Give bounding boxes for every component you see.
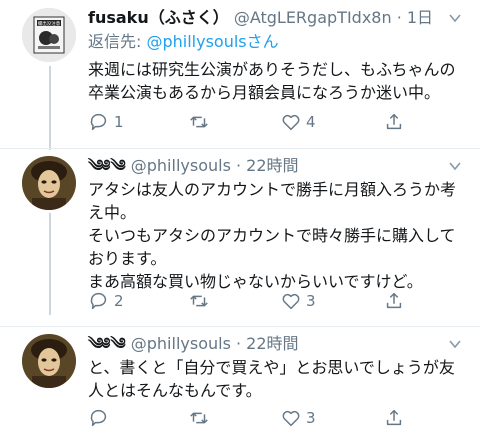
avatar-label: 撮出没注意 xyxy=(38,20,61,27)
share-button[interactable] xyxy=(383,289,405,313)
reply-icon xyxy=(90,113,107,131)
like-icon xyxy=(282,293,300,310)
avatar-image xyxy=(22,334,76,388)
tweet-text: アタシは友人のアカウントで勝手に月額入ろうか考 え中。 そいつもアタシのアカウン… xyxy=(88,180,457,291)
share-icon xyxy=(386,409,402,426)
avatar[interactable] xyxy=(22,334,76,388)
reply-icon xyxy=(90,292,107,310)
avatar[interactable] xyxy=(22,156,76,210)
reply-handle-link[interactable]: @phillysouls xyxy=(146,32,246,51)
reply-to: 返信先: @phillysoulsさん xyxy=(88,32,279,52)
tweet-text: 来週には研究生公演がありそうだし、もふちゃんの 卒業公演もあるから月額会員になろ… xyxy=(88,60,456,102)
retweet-button[interactable] xyxy=(188,110,214,134)
reply-count: 2 xyxy=(114,292,124,310)
display-name[interactable]: ༄༅༄ xyxy=(88,156,126,175)
like-count: 3 xyxy=(306,292,316,310)
reply-count: 1 xyxy=(114,113,124,131)
tweet-text: と、書くと「自分で買えや」とお思いでしょうが友 人とはそんなもんです。 xyxy=(88,358,455,400)
retweet-button[interactable] xyxy=(188,289,214,313)
divider xyxy=(0,148,480,149)
handle-time[interactable]: @phillysouls · 22時間 xyxy=(131,156,299,175)
like-button[interactable]: 3 xyxy=(280,406,316,430)
retweet-icon xyxy=(190,412,208,424)
share-button[interactable] xyxy=(383,110,405,134)
reply-button[interactable]: 1 xyxy=(88,110,124,134)
like-button[interactable]: 4 xyxy=(280,110,316,134)
reply-icon xyxy=(90,409,107,427)
share-icon xyxy=(386,113,402,130)
like-icon xyxy=(282,114,300,131)
like-icon xyxy=(282,410,300,427)
chevron-down-icon[interactable] xyxy=(448,11,462,25)
chevron-down-icon[interactable] xyxy=(448,337,462,351)
share-button[interactable] xyxy=(383,406,405,430)
retweet-button[interactable] xyxy=(188,406,214,430)
avatar-image xyxy=(22,156,76,210)
like-button[interactable]: 3 xyxy=(280,289,316,313)
chevron-down-icon[interactable] xyxy=(448,159,462,173)
handle-time[interactable]: @AtgLERgapTIdx8n · 1日 xyxy=(234,8,433,27)
retweet-icon xyxy=(190,116,208,128)
action-bar: 2 3 xyxy=(88,289,468,313)
action-bar: 3 xyxy=(88,406,468,430)
tweet-header: ༄༅༄ @phillysouls · 22時間 xyxy=(88,156,299,176)
tweet-1[interactable]: 撮出没注意 fusaku（ふさく） @AtgLERgapTIdx8n · 1日 … xyxy=(0,0,480,148)
like-count: 3 xyxy=(306,409,316,427)
avatar[interactable]: 撮出没注意 xyxy=(22,8,76,62)
share-icon xyxy=(386,292,402,309)
avatar-image: 撮出没注意 xyxy=(22,8,76,62)
tweet-3[interactable]: ༄༅༄ @phillysouls · 22時間 と、書くと「自分で買えや」とお思… xyxy=(0,326,480,441)
display-name[interactable]: fusaku（ふさく） xyxy=(88,8,229,27)
reply-suffix: さん xyxy=(246,32,279,51)
display-name[interactable]: ༄༅༄ xyxy=(88,334,126,353)
reply-prefix: 返信先: xyxy=(88,32,147,51)
tweet-header: fusaku（ふさく） @AtgLERgapTIdx8n · 1日 xyxy=(88,8,433,28)
reply-button[interactable] xyxy=(88,406,114,430)
retweet-icon xyxy=(190,295,208,307)
tweet-header: ༄༅༄ @phillysouls · 22時間 xyxy=(88,334,299,354)
action-bar: 1 4 xyxy=(88,110,468,134)
divider xyxy=(0,326,480,327)
reply-button[interactable]: 2 xyxy=(88,289,124,313)
handle-time[interactable]: @phillysouls · 22時間 xyxy=(131,334,299,353)
like-count: 4 xyxy=(306,113,316,131)
tweet-2[interactable]: ༄༅༄ @phillysouls · 22時間 アタシは友人のアカウントで勝手に… xyxy=(0,148,480,326)
